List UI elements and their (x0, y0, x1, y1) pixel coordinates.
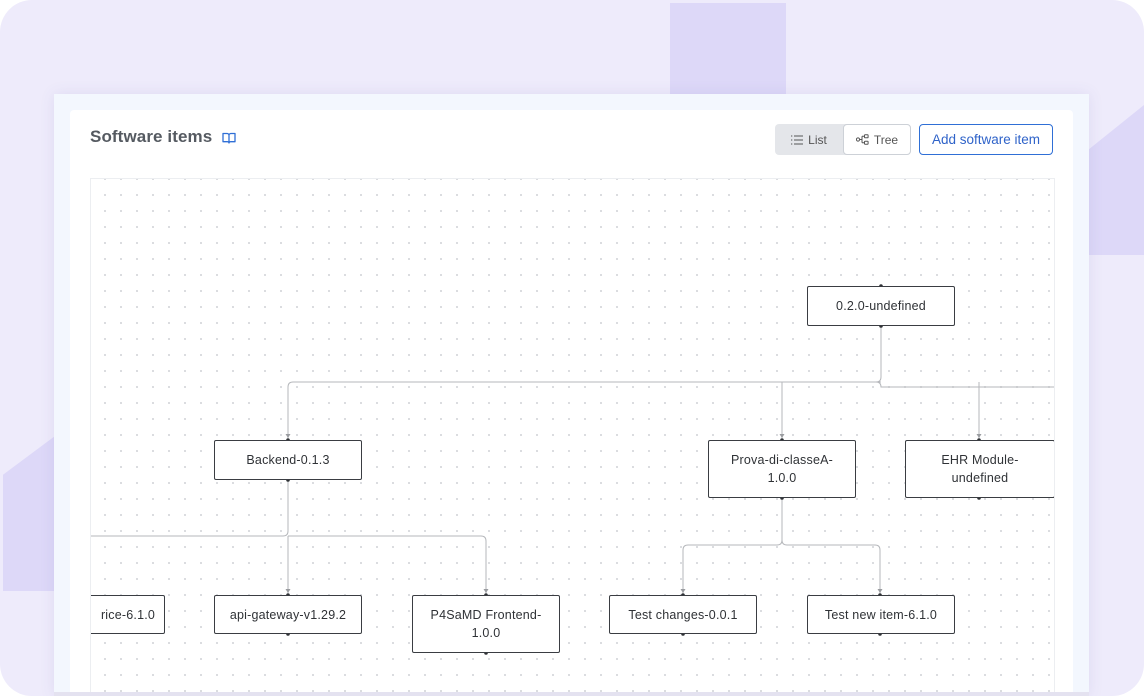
tree-icon (855, 134, 869, 145)
software-items-card: Software items List Tree Add software it… (70, 110, 1073, 696)
add-software-item-button[interactable]: Add software item (919, 124, 1053, 155)
page-title: Software items (90, 127, 213, 146)
tree-node-p4samd-frontend[interactable]: P4SaMD Frontend- 1.0.0 (412, 595, 560, 653)
list-view-label: List (808, 132, 827, 147)
tree-node-root[interactable]: 0.2.0-undefined (807, 286, 955, 326)
window-bottom-edge (54, 692, 1089, 696)
background-stage: Software items List Tree Add software it… (0, 0, 1144, 696)
tree-canvas[interactable]: 0.2.0-undefined Backend-0.1.3 Prova-di-c… (90, 178, 1055, 696)
book-open-icon[interactable] (222, 132, 236, 144)
tree-node-api-gateway[interactable]: api-gateway-v1.29.2 (214, 595, 362, 634)
tree-node-ehr-module[interactable]: EHR Module- undefined (905, 440, 1054, 498)
app-window: Software items List Tree Add software it… (54, 94, 1089, 696)
tree-node-prova-di-classea[interactable]: Prova-di-classeA- 1.0.0 (708, 440, 856, 498)
tree-view-label: Tree (873, 132, 899, 147)
list-icon (791, 135, 804, 144)
decorative-shape (670, 3, 786, 98)
decorative-shape (1088, 105, 1144, 255)
decorative-shape (3, 436, 55, 591)
tree-node-service-label: rice-6.1.0 (100, 607, 156, 622)
tree-node-test-new-item[interactable]: Test new item-6.1.0 (807, 595, 955, 634)
list-view-button[interactable]: List (775, 124, 843, 155)
view-toggle: List Tree (775, 124, 911, 155)
tree-node-test-changes[interactable]: Test changes-0.0.1 (609, 595, 757, 634)
tree-node-backend[interactable]: Backend-0.1.3 (214, 440, 362, 480)
tree-view-button[interactable]: Tree (843, 124, 911, 155)
tree-node-service[interactable]: rice-6.1.0 (91, 595, 165, 634)
